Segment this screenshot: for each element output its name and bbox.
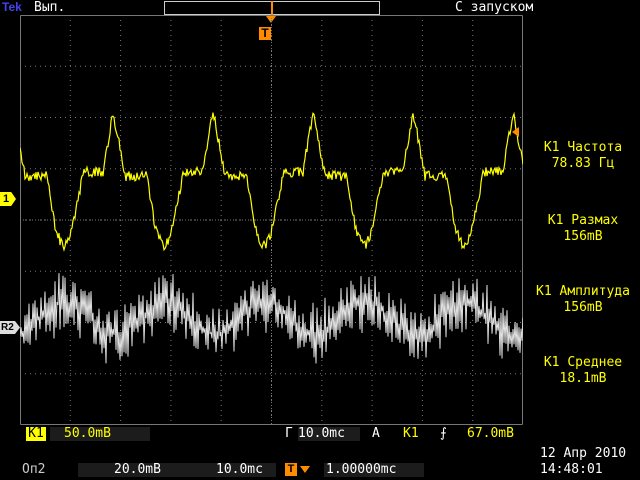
ch1-ground-marker[interactable]: 1: [0, 192, 16, 206]
ch1-tag[interactable]: К1: [26, 427, 46, 441]
date-display: 12 Апр 2010: [540, 447, 626, 461]
rising-edge-icon: ⨍: [440, 427, 447, 441]
measurement-label: К1 Размах: [526, 213, 640, 229]
trigger-level-icon: [512, 127, 519, 137]
measurement-label: К1 Амплитуда: [526, 284, 640, 300]
delay-arrow-icon: [300, 466, 310, 473]
measurement-value: 18.1mB: [526, 371, 640, 387]
measurement-value: 156mB: [526, 300, 640, 316]
measurement-value: 156mB: [526, 229, 640, 245]
measurement-value: 78.83 Гц: [526, 156, 640, 172]
run-state[interactable]: Вып.: [34, 0, 65, 15]
ref2-marker[interactable]: R2: [0, 321, 20, 334]
time-display: 14:48:01: [540, 463, 603, 477]
trigger-tag: A: [372, 427, 380, 441]
trigger-mode[interactable]: С запуском: [455, 0, 533, 15]
ref2-settings[interactable]: 20.0mB 10.0mc: [78, 463, 276, 477]
record-view-bar[interactable]: [164, 1, 380, 15]
measurement-mean: К1 Среднее 18.1mB: [526, 355, 640, 387]
measurement-label: К1 Частота: [526, 140, 640, 156]
brand-logo: Tek: [2, 0, 22, 14]
measurement-peak-to-peak: К1 Размах 156mB: [526, 213, 640, 245]
measurement-label: К1 Среднее: [526, 355, 640, 371]
ref2-time: 10.0mc: [216, 463, 263, 477]
record-position-marker: [271, 1, 273, 15]
measurement-frequency: К1 Частота 78.83 Гц: [526, 140, 640, 172]
delay-icon: T: [285, 463, 297, 476]
trigger-source[interactable]: К1: [403, 427, 419, 441]
ref2-scale: 20.0mB: [114, 463, 161, 477]
horizontal-delay[interactable]: 1.00000mc: [324, 463, 424, 477]
ref2-tag[interactable]: Оп2: [22, 463, 45, 477]
trigger-level[interactable]: 67.0mB: [467, 427, 514, 441]
timebase-tag: Г: [285, 427, 293, 441]
measurement-amplitude: К1 Амплитуда 156mB: [526, 284, 640, 316]
waveform-display[interactable]: [20, 15, 523, 425]
ch1-scale[interactable]: 50.0mB: [50, 427, 150, 441]
graticule: [20, 15, 523, 425]
ch1-waveform: [20, 113, 523, 250]
timebase-value[interactable]: 10.0mc: [298, 427, 360, 441]
